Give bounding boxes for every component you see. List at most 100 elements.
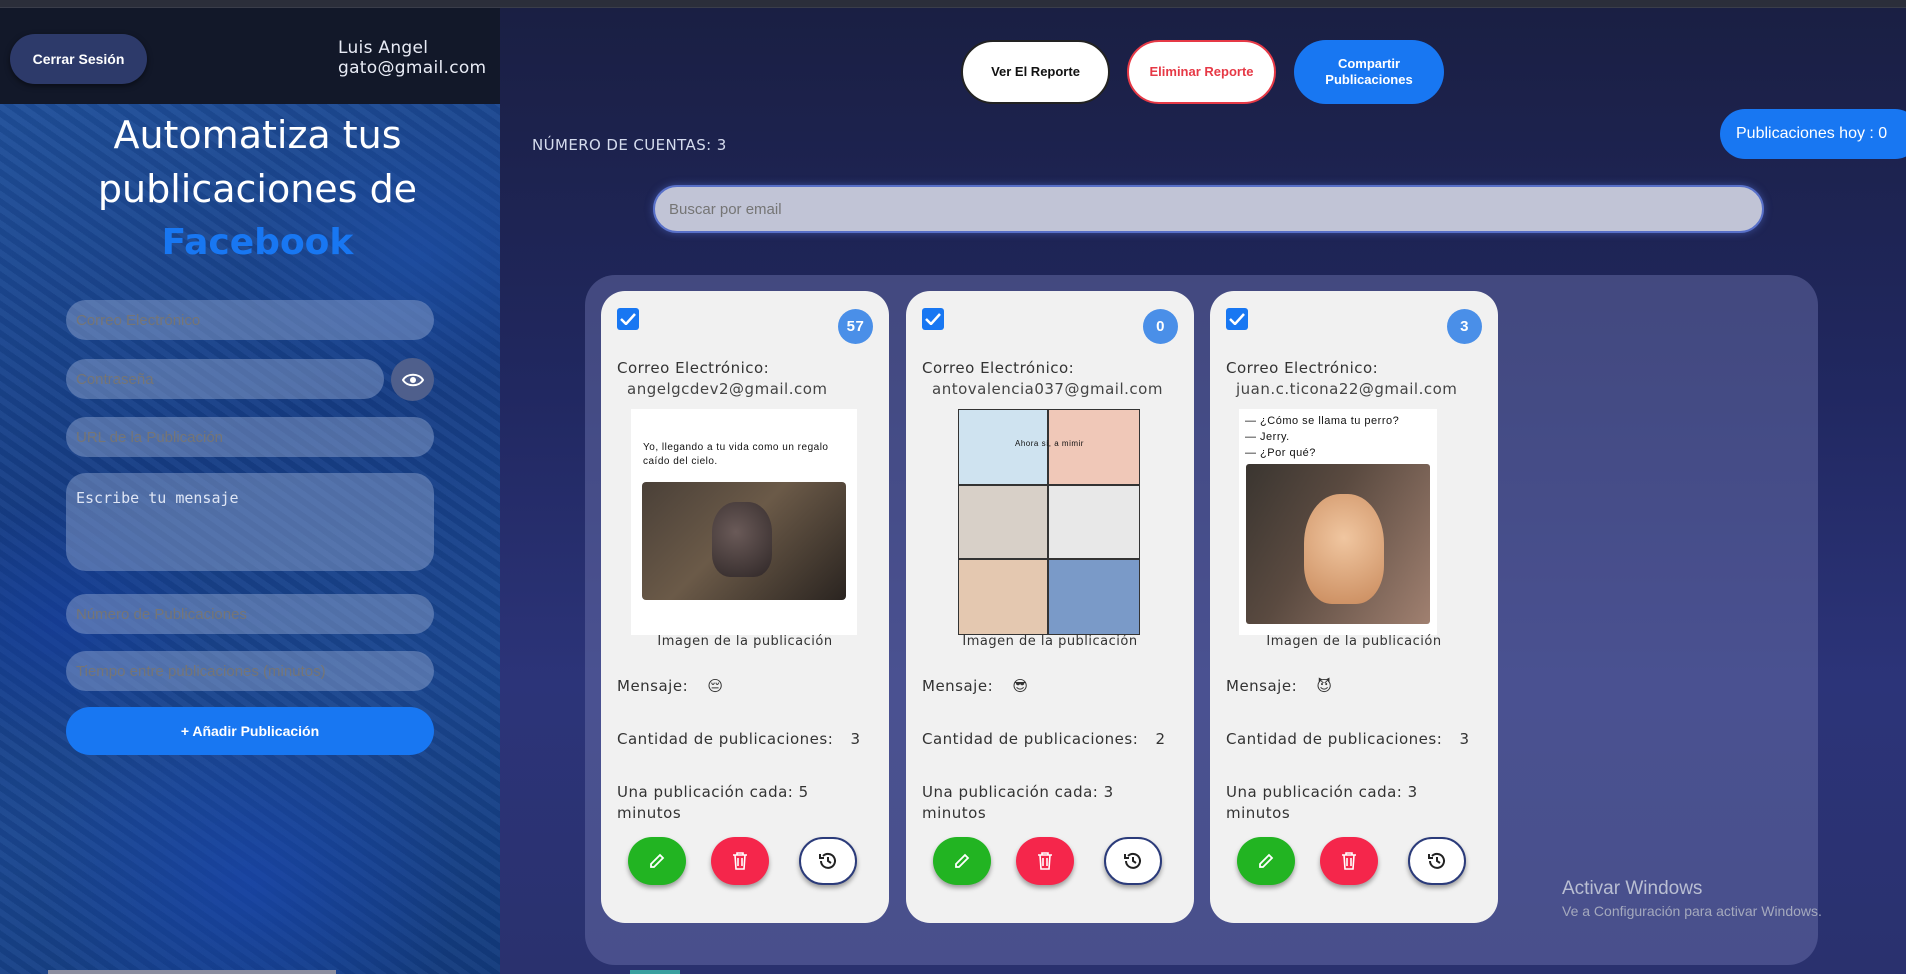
- trash-icon: [1038, 852, 1052, 870]
- image-photo: [1246, 464, 1430, 624]
- message-textarea[interactable]: Escribe tu mensaje: [66, 473, 434, 571]
- edit-button[interactable]: [1237, 837, 1295, 885]
- message-emoji: 😈: [1316, 677, 1333, 695]
- pencil-icon: [1259, 853, 1274, 868]
- email-field[interactable]: [66, 300, 434, 340]
- user-info: Luis Angel gato@gmail.com: [338, 38, 486, 78]
- share-publications-button[interactable]: Compartir Publicaciones: [1294, 40, 1444, 104]
- quantity-label: Cantidad de publicaciones:: [922, 730, 1139, 748]
- quantity-label: Cantidad de publicaciones:: [617, 730, 834, 748]
- history-icon: [819, 852, 836, 869]
- main-area: Ver El Reporte Eliminar Reporte Comparti…: [500, 8, 1906, 974]
- history-button[interactable]: [1408, 837, 1466, 885]
- quantity-value: 3: [1459, 730, 1470, 748]
- horizontal-scrollbar-secondary[interactable]: [630, 970, 680, 974]
- card-email: angelgcdev2@gmail.com: [627, 380, 828, 398]
- message-label: Mensaje:: [617, 677, 689, 695]
- quantity-value: 3: [850, 730, 861, 748]
- account-card: 3 Correo Electrónico: juan.c.ticona22@gm…: [1210, 291, 1498, 923]
- message-emoji: 😎: [1012, 677, 1029, 695]
- delete-button[interactable]: [711, 837, 769, 885]
- view-report-button[interactable]: Ver El Reporte: [961, 40, 1110, 104]
- message-row: Mensaje: 😈: [1226, 677, 1333, 695]
- publications-today-badge: Publicaciones hoy : 0: [1720, 109, 1906, 159]
- select-checkbox[interactable]: [922, 308, 944, 330]
- email-label: Correo Electrónico:: [617, 359, 770, 377]
- frequency-text: Una publicación cada: 5 minutos: [617, 783, 809, 822]
- publication-image: Ahora sí, a mimir: [958, 409, 1140, 635]
- card-email: juan.c.ticona22@gmail.com: [1236, 380, 1458, 398]
- publication-count-field[interactable]: [66, 594, 434, 634]
- edit-button[interactable]: [933, 837, 991, 885]
- trash-icon: [733, 852, 747, 870]
- image-text: Yo, llegando a tu vida como un regalo ca…: [643, 442, 829, 467]
- image-caption: Imagen de la publicación: [657, 634, 833, 649]
- publication-count-badge: 57: [838, 309, 873, 344]
- image-photo: [642, 482, 846, 600]
- quantity-label: Cantidad de publicaciones:: [1226, 730, 1443, 748]
- frequency-text: Una publicación cada: 3 minutos: [1226, 783, 1418, 822]
- delete-button[interactable]: [1320, 837, 1378, 885]
- password-field[interactable]: [66, 359, 384, 399]
- history-button[interactable]: [1104, 837, 1162, 885]
- message-row: Mensaje: 😔: [617, 677, 724, 695]
- image-text: Ahora sí, a mimir: [1015, 439, 1084, 448]
- email-label: Correo Electrónico:: [922, 359, 1075, 377]
- user-header: Cerrar Sesión Luis Angel gato@gmail.com: [0, 8, 500, 104]
- publication-form-panel: Automatiza tus publicaciones de Facebook…: [0, 104, 500, 974]
- quantity-row: Cantidad de publicaciones: 2: [922, 730, 1166, 748]
- delete-report-button[interactable]: Eliminar Reporte: [1127, 40, 1276, 104]
- image-text: — ¿Cómo se llama tu perro? — Jerry. — ¿P…: [1245, 415, 1400, 459]
- publication-image: — ¿Cómo se llama tu perro? — Jerry. — ¿P…: [1239, 409, 1437, 635]
- history-icon: [1428, 852, 1445, 869]
- check-icon: [1229, 313, 1245, 325]
- message-emoji: 😔: [707, 677, 724, 695]
- image-caption: Imagen de la publicación: [962, 634, 1138, 649]
- history-icon: [1124, 852, 1141, 869]
- check-icon: [925, 313, 941, 325]
- image-caption: Imagen de la publicación: [1266, 634, 1442, 649]
- search-email-input[interactable]: [653, 185, 1764, 233]
- select-checkbox[interactable]: [617, 308, 639, 330]
- user-email: gato@gmail.com: [338, 58, 487, 78]
- delete-button[interactable]: [1016, 837, 1074, 885]
- show-password-button[interactable]: [391, 358, 434, 401]
- history-button[interactable]: [799, 837, 857, 885]
- message-row: Mensaje: 😎: [922, 677, 1029, 695]
- email-label: Correo Electrónico:: [1226, 359, 1379, 377]
- hero-brand: Facebook: [161, 222, 354, 263]
- message-label: Mensaje:: [1226, 677, 1298, 695]
- publication-count-badge: 0: [1143, 309, 1178, 344]
- select-checkbox[interactable]: [1226, 308, 1248, 330]
- quantity-value: 2: [1155, 730, 1166, 748]
- publication-image: Yo, llegando a tu vida como un regalo ca…: [631, 409, 857, 635]
- windows-activation-title: Activar Windows: [1562, 878, 1703, 899]
- quantity-row: Cantidad de publicaciones: 3: [617, 730, 861, 748]
- account-card: 57 Correo Electrónico: angelgcdev2@gmail…: [601, 291, 889, 923]
- add-publication-button[interactable]: + Añadir Publicación: [66, 707, 434, 755]
- url-field[interactable]: [66, 417, 434, 457]
- edit-button[interactable]: [628, 837, 686, 885]
- horizontal-scrollbar[interactable]: [48, 970, 336, 974]
- pencil-icon: [650, 853, 665, 868]
- message-label: Mensaje:: [922, 677, 994, 695]
- user-name: Luis Angel: [338, 38, 429, 58]
- trash-icon: [1342, 852, 1356, 870]
- check-icon: [620, 313, 636, 325]
- windows-activation-subtitle: Ve a Configuración para activar Windows.: [1562, 903, 1822, 919]
- hero-line-1: Automatiza tus: [113, 113, 402, 157]
- hero-title: Automatiza tus publicaciones de Facebook: [0, 108, 500, 270]
- card-email: antovalencia037@gmail.com: [932, 380, 1163, 398]
- hero-line-2: publicaciones de: [97, 167, 418, 211]
- account-card: 0 Correo Electrónico: antovalencia037@gm…: [906, 291, 1194, 923]
- frequency-text: Una publicación cada: 3 minutos: [922, 783, 1114, 822]
- interval-field[interactable]: [66, 651, 434, 691]
- logout-button[interactable]: Cerrar Sesión: [10, 34, 147, 84]
- cards-container: 57 Correo Electrónico: angelgcdev2@gmail…: [585, 275, 1818, 965]
- accounts-count-label: NÚMERO DE CUENTAS: 3: [532, 136, 727, 154]
- publication-count-badge: 3: [1447, 309, 1482, 344]
- eye-icon: [401, 373, 424, 386]
- browser-top-strip: [0, 0, 1906, 8]
- quantity-row: Cantidad de publicaciones: 3: [1226, 730, 1470, 748]
- pencil-icon: [955, 853, 970, 868]
